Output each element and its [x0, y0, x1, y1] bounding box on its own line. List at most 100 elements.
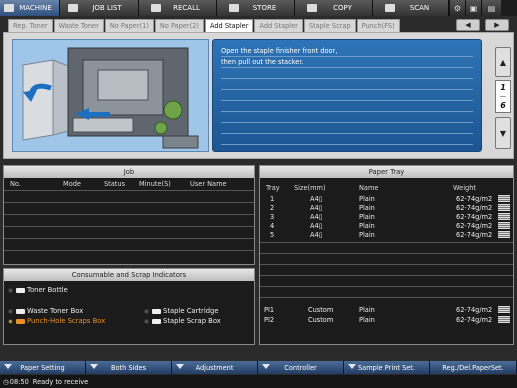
- scan-tab-label: SCAN: [409, 4, 430, 12]
- job-list-tab-label: JOB LIST: [92, 4, 122, 12]
- status-time: 08:50: [9, 377, 29, 386]
- message-line-7: [221, 112, 473, 123]
- consumable-panel-title: Consumable and Scrap Indicators: [4, 269, 254, 281]
- job-list-icon: [68, 4, 78, 12]
- page-indicator: 1 — 6: [495, 80, 511, 113]
- paper-setting-button[interactable]: Paper Setting: [0, 361, 86, 374]
- message-line-8: [221, 123, 473, 134]
- panel-button[interactable]: ▤: [481, 0, 501, 16]
- machine-tab-label: MACHINE: [19, 4, 52, 12]
- remaining-paper-icon: [498, 222, 510, 229]
- staple-scrap-indicator: Staple Scrap Box: [144, 317, 221, 325]
- tray-col-name: Name: [359, 184, 379, 192]
- panel-icon: ▤: [487, 3, 496, 13]
- waste-toner-icon: [16, 308, 25, 314]
- machine-tab[interactable]: MACHINE: [0, 0, 60, 16]
- both-sides-button[interactable]: Both Sides: [86, 361, 172, 374]
- chevron-down-icon: [90, 364, 98, 369]
- tray-col-size: Size(mm): [294, 184, 326, 192]
- remaining-paper-icon: [498, 213, 510, 220]
- tray-row[interactable]: 1 A4▯ Plain 62-74g/m2: [260, 195, 513, 203]
- tab-no-paper-1[interactable]: No Paper(1): [104, 19, 154, 32]
- reg-del-paper-set-button[interactable]: Reg./Del.PaperSet.: [430, 361, 517, 374]
- remaining-paper-icon: [498, 204, 510, 211]
- tray-row[interactable]: 4 A4▯ Plain 62-74g/m2: [260, 222, 513, 230]
- job-col-minute: Minute(S): [139, 180, 171, 188]
- remaining-paper-icon: [498, 306, 510, 313]
- job-col-no: No.: [10, 180, 21, 188]
- job-list-tab[interactable]: JOB LIST: [60, 0, 139, 16]
- tray-row[interactable]: PI1 Custom Plain 62-74g/m2: [260, 306, 513, 314]
- triangle-up-icon: ▲: [499, 57, 507, 67]
- message-line-1: Open the staple finisher front door,: [221, 46, 473, 57]
- clock-icon: ◷: [3, 377, 9, 386]
- job-col-mode: Mode: [63, 180, 81, 188]
- punch-scraps-icon: [16, 318, 25, 324]
- message-line-6: [221, 101, 473, 112]
- status-dot-icon: [144, 318, 149, 324]
- tray-row[interactable]: 5 A4▯ Plain 62-74g/m2: [260, 231, 513, 239]
- staple-cartridge-icon: [152, 308, 161, 314]
- recall-icon: [151, 4, 161, 12]
- tab-rep-toner[interactable]: Rep. Toner: [8, 19, 53, 32]
- message-line-3: [221, 68, 473, 79]
- tab-add-stapler[interactable]: Add Stapler: [254, 19, 303, 32]
- adjustment-button[interactable]: Adjustment: [172, 361, 258, 374]
- status-bar: ◷ 08:50 Ready to receive: [0, 375, 517, 388]
- status-dot-icon: [8, 308, 13, 314]
- remaining-paper-icon: [498, 231, 510, 238]
- controller-button[interactable]: Controller: [258, 361, 344, 374]
- power-button[interactable]: ▣: [465, 0, 481, 16]
- store-tab[interactable]: STORE: [217, 0, 295, 16]
- scan-icon: [385, 4, 395, 12]
- page-current: 1: [500, 83, 506, 92]
- remaining-paper-icon: [498, 195, 510, 202]
- store-tab-label: STORE: [252, 4, 277, 12]
- job-panel-title: Job: [4, 166, 254, 178]
- waste-toner-indicator: Waste Toner Box: [8, 307, 83, 315]
- recall-tab-label: RECALL: [173, 4, 200, 12]
- tab-no-paper-2[interactable]: No Paper(2): [154, 19, 204, 32]
- job-panel: Job No. Mode Status Minute(S) User Name: [3, 165, 255, 265]
- next-tab-button[interactable]: ▶: [485, 19, 509, 31]
- tray-row[interactable]: PI2 Custom Plain 62-74g/m2: [260, 316, 513, 324]
- message-line-5: [221, 90, 473, 101]
- toner-bottle-indicator: Toner Bottle: [8, 286, 68, 294]
- status-dot-icon: [8, 287, 13, 293]
- tray-col-weight: Weight: [453, 184, 476, 192]
- copy-tab[interactable]: COPY: [295, 0, 373, 16]
- tab-add-stapler-active[interactable]: Add Stapler: [204, 19, 254, 32]
- page-down-button[interactable]: ▼: [495, 117, 511, 149]
- warning-dot-icon: [8, 318, 13, 324]
- triangle-down-icon: ▼: [499, 128, 507, 138]
- settings-button[interactable]: ⚙: [449, 0, 465, 16]
- tab-waste-toner[interactable]: Waste Toner: [53, 19, 104, 32]
- tab-staple-scrap[interactable]: Staple Scrap: [303, 19, 356, 32]
- message-line-2: then pull out the stacker.: [221, 57, 473, 68]
- scan-tab[interactable]: SCAN: [373, 0, 449, 16]
- tray-row[interactable]: 3 A4▯ Plain 62-74g/m2: [260, 213, 513, 221]
- top-navigation-bar: MACHINE JOB LIST RECALL STORE COPY SCAN …: [0, 0, 517, 16]
- job-col-status: Status: [104, 180, 126, 188]
- page-up-button[interactable]: ▲: [495, 47, 511, 77]
- sample-print-set-button[interactable]: Sample Print Set.: [344, 361, 430, 374]
- punch-scraps-indicator: Punch-Hole Scraps Box: [8, 317, 105, 325]
- bottom-button-bar: Paper Setting Both Sides Adjustment Cont…: [0, 361, 517, 374]
- message-line-9: [221, 134, 473, 145]
- chevron-down-icon: [4, 364, 12, 369]
- staple-cartridge-indicator: Staple Cartridge: [144, 307, 219, 315]
- copy-icon: [307, 4, 317, 12]
- paper-tray-title: Paper Tray: [260, 166, 513, 178]
- message-line-4: [221, 79, 473, 90]
- machine-icon: [4, 4, 14, 12]
- finisher-illustration: [12, 39, 209, 152]
- consumable-panel: Consumable and Scrap Indicators Toner Bo…: [3, 268, 255, 345]
- tray-row[interactable]: 2 A4▯ Plain 62-74g/m2: [260, 204, 513, 212]
- tab-punch-fs[interactable]: Punch(FS): [356, 19, 400, 32]
- prev-tab-button[interactable]: ◀: [456, 19, 480, 31]
- error-tabs: Rep. Toner Waste Toner No Paper(1) No Pa…: [8, 19, 401, 32]
- next-arrow-icon: ▶: [494, 21, 500, 29]
- job-col-user-name: User Name: [190, 180, 227, 188]
- recall-tab[interactable]: RECALL: [139, 0, 217, 16]
- store-icon: [229, 4, 239, 12]
